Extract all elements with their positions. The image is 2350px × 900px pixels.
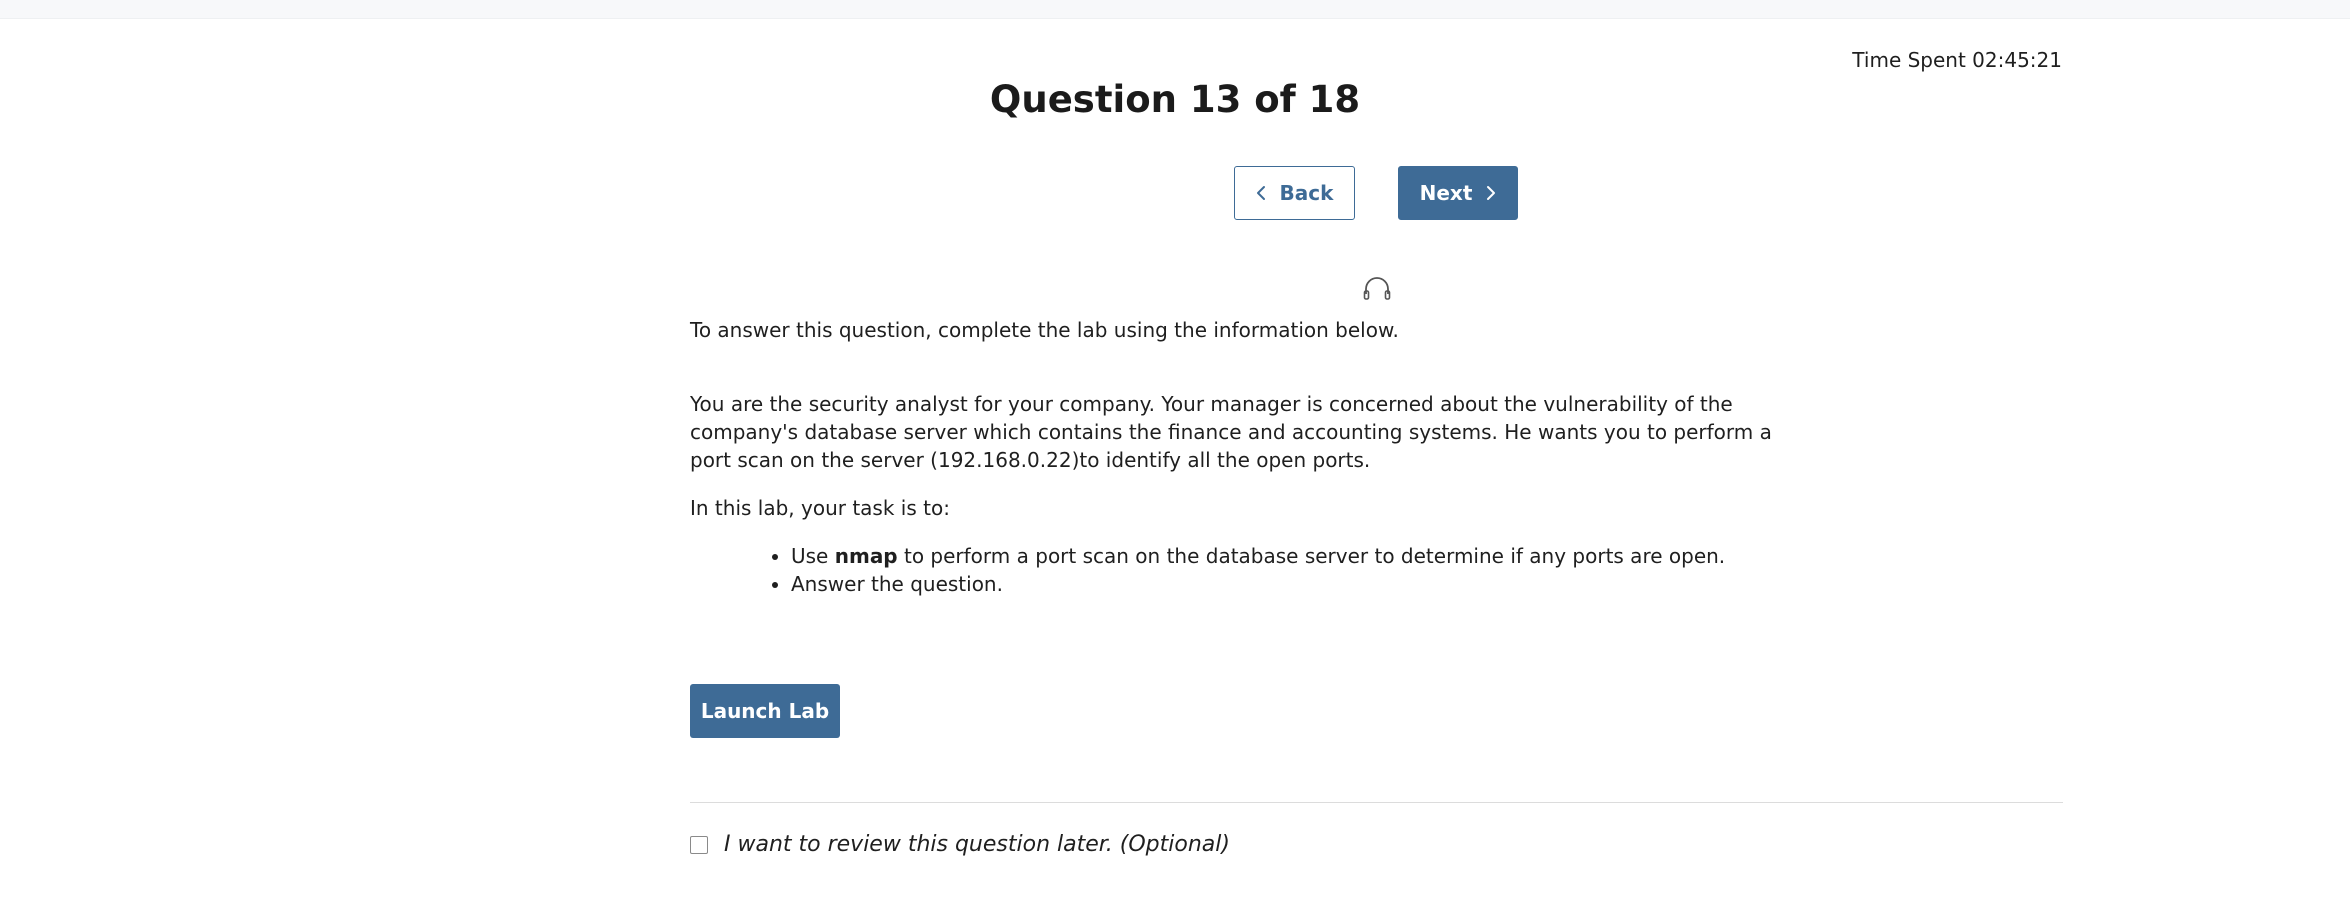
- task-list: Use nmap to perform a port scan on the d…: [690, 542, 1790, 598]
- next-button-label: Next: [1419, 181, 1473, 205]
- question-navigation: Back Next: [1234, 166, 1518, 220]
- timer-value: 02:45:21: [1972, 48, 2062, 72]
- scenario-text: You are the security analyst for your co…: [690, 392, 1772, 472]
- launch-lab-button[interactable]: Launch Lab: [690, 684, 840, 738]
- review-checkbox[interactable]: [690, 835, 708, 854]
- list-item: Use nmap to perform a port scan on the d…: [791, 542, 1790, 570]
- time-spent: Time Spent 02:45:21: [1852, 48, 2062, 72]
- task-command: nmap: [834, 544, 898, 568]
- back-button-label: Back: [1279, 181, 1334, 205]
- intro-text: To answer this question, complete the la…: [690, 318, 1399, 342]
- review-later: I want to review this question later. (O…: [690, 832, 1230, 857]
- next-button[interactable]: Next: [1398, 166, 1518, 220]
- list-item: Answer the question.: [791, 570, 1790, 598]
- top-bar: [0, 0, 2350, 19]
- chevron-right-icon: [1486, 185, 1496, 201]
- question-title: Question 13 of 18: [989, 78, 1361, 121]
- headphones-icon[interactable]: [1362, 275, 1392, 301]
- task-text-suffix: to perform a port scan on the database s…: [897, 544, 1726, 568]
- review-label[interactable]: I want to review this question later. (O…: [724, 832, 1230, 857]
- timer-label: Time Spent: [1852, 48, 1966, 72]
- chevron-left-icon: [1256, 185, 1266, 201]
- task-text: Answer the question.: [791, 572, 1003, 596]
- divider: [690, 802, 2063, 803]
- task-intro-text: In this lab, your task is to:: [690, 496, 950, 520]
- question-content: To answer this question, complete the la…: [690, 316, 1790, 598]
- task-text-prefix: Use: [791, 544, 835, 568]
- back-button[interactable]: Back: [1234, 166, 1355, 220]
